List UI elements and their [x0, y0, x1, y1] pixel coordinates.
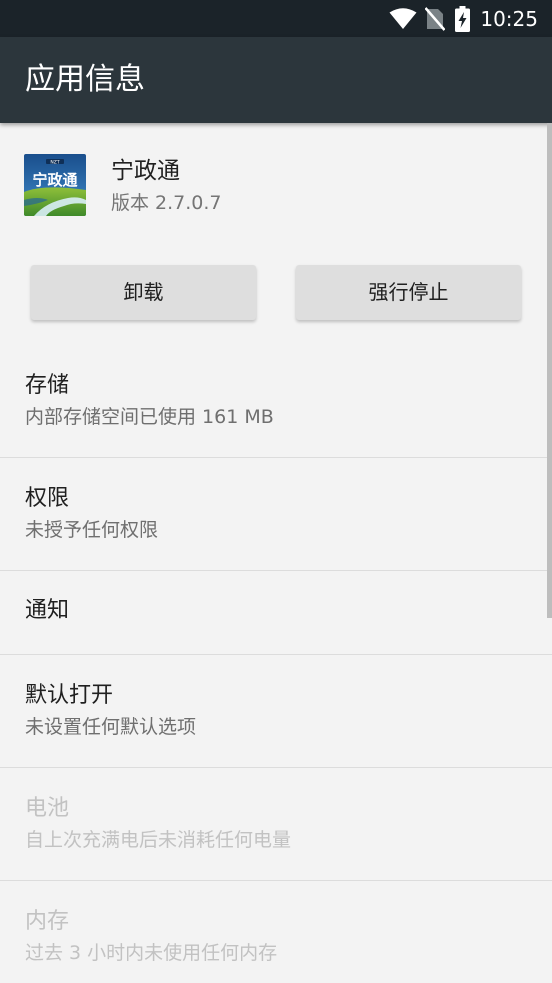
item-subtitle: 自上次充满电后未消耗任何电量 — [25, 829, 292, 851]
app-name: 宁政通 — [111, 158, 180, 184]
force-stop-button[interactable]: 强行停止 — [296, 265, 521, 320]
item-subtitle: 内部存储空间已使用 161 MB — [25, 406, 274, 428]
app-icon: NZT 宁政通 — [24, 154, 86, 216]
item-title: 内存 — [25, 909, 70, 934]
list-item-notifications[interactable]: 通知 — [0, 571, 552, 655]
uninstall-button[interactable]: 卸载 — [31, 265, 256, 320]
app-info-content[interactable]: NZT 宁政通 宁政通 版本 2.7.0.7 卸载 强行停止 存储 内部存储空间… — [0, 123, 552, 983]
item-title: 存储 — [25, 373, 70, 398]
item-title: 默认打开 — [25, 683, 114, 708]
scrollbar[interactable] — [547, 123, 552, 618]
item-title: 权限 — [25, 486, 70, 511]
list-item-memory: 内存 过去 3 小时内未使用任何内存 — [0, 881, 552, 983]
status-bar: 10:25 — [0, 0, 552, 37]
list-item-battery: 电池 自上次充满电后未消耗任何电量 — [0, 768, 552, 881]
list-item-open-by-default[interactable]: 默认打开 未设置任何默认选项 — [0, 655, 552, 768]
item-subtitle: 未设置任何默认选项 — [25, 716, 197, 738]
app-header: NZT 宁政通 宁政通 版本 2.7.0.7 — [0, 123, 552, 246]
list-item-storage[interactable]: 存储 内部存储空间已使用 161 MB — [0, 345, 552, 458]
battery-charging-icon — [455, 6, 471, 32]
wifi-icon — [389, 8, 417, 30]
status-icons: 10:25 — [389, 5, 538, 33]
app-version: 版本 2.7.0.7 — [111, 192, 222, 214]
item-subtitle: 过去 3 小时内未使用任何内存 — [25, 942, 278, 964]
list-item-permissions[interactable]: 权限 未授予任何权限 — [0, 458, 552, 571]
item-title: 电池 — [25, 796, 70, 821]
app-icon-small-text: NZT — [50, 159, 59, 165]
app-icon-text: 宁政通 — [32, 171, 77, 189]
item-title: 通知 — [25, 598, 70, 623]
app-bar: 应用信息 — [0, 37, 552, 123]
status-time: 10:25 — [480, 7, 538, 31]
no-sim-icon — [425, 7, 446, 31]
page-title: 应用信息 — [25, 62, 145, 97]
item-subtitle: 未授予任何权限 — [25, 519, 159, 541]
